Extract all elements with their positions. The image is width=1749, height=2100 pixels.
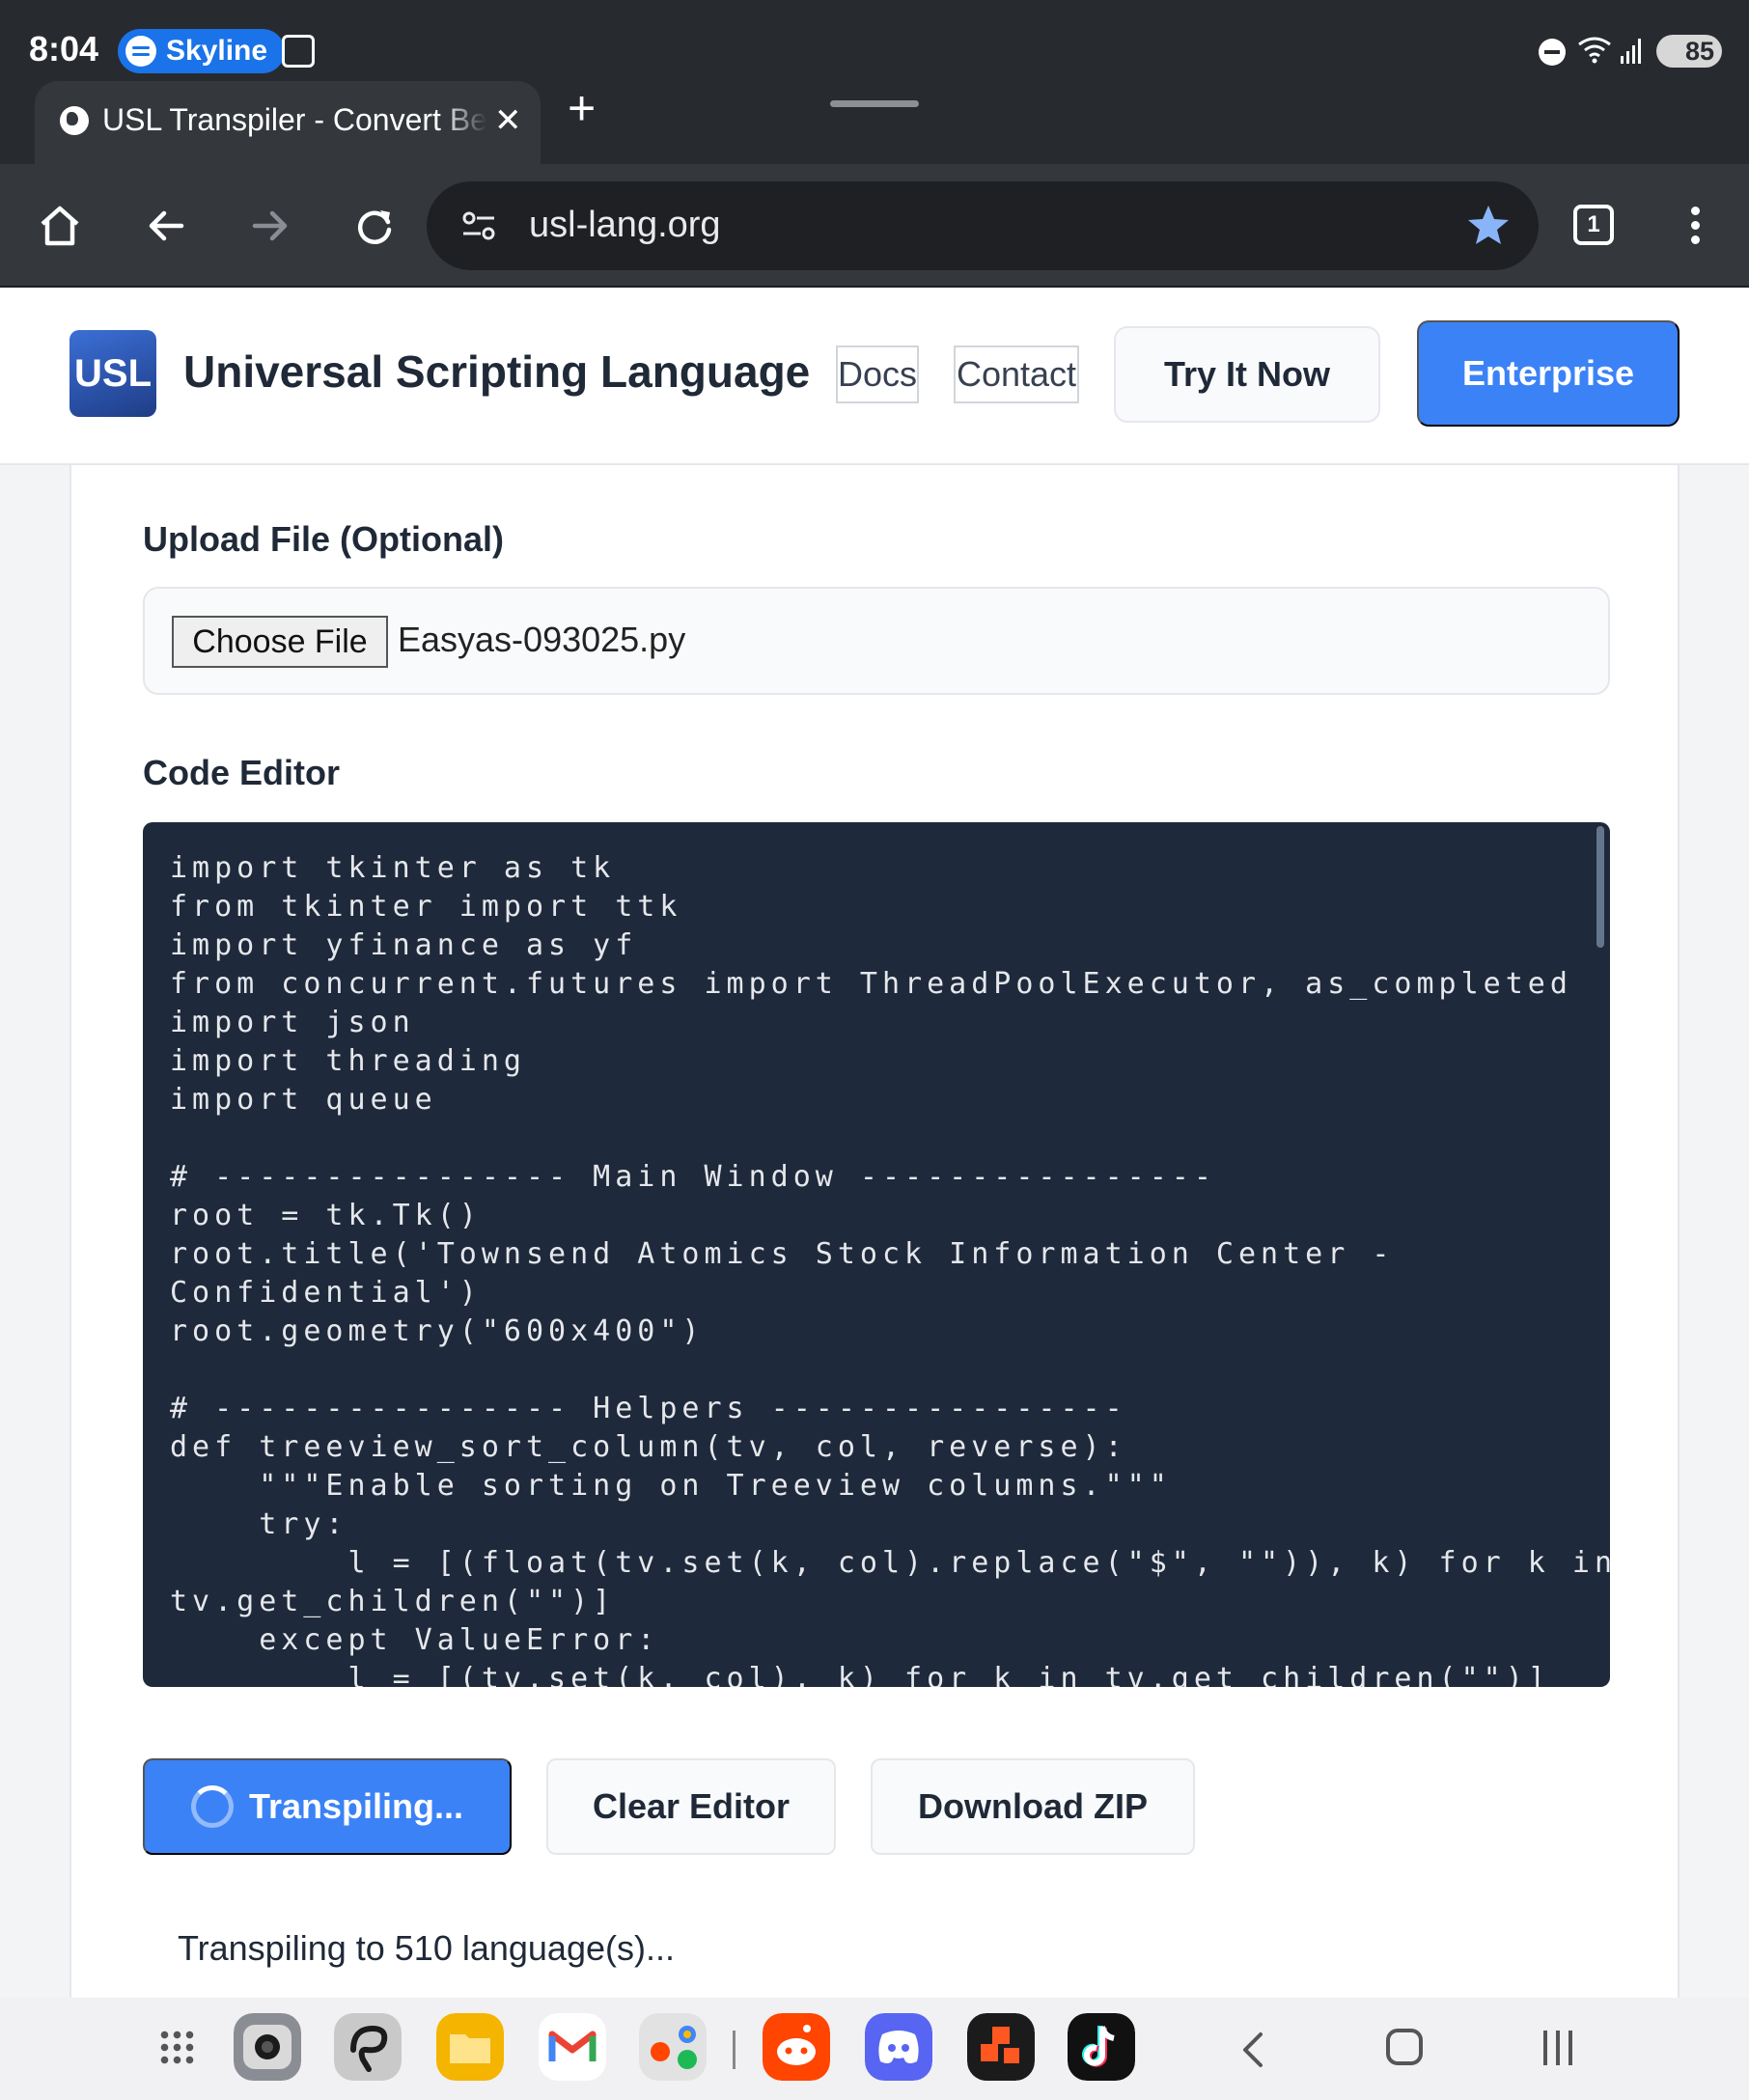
close-icon[interactable]: ✕ [494,104,522,137]
site-logo[interactable]: USL [69,330,156,417]
tab-title: USL Transpiler - Convert Be [102,102,486,137]
enterprise-button[interactable]: Enterprise [1417,320,1680,427]
tiktok-app-icon[interactable] [1068,2013,1135,2081]
back-icon[interactable] [141,201,191,251]
new-tab-icon[interactable]: + [568,84,596,132]
media-pill[interactable]: Skyline [118,29,286,73]
tab-strip: USL Transpiler - Convert Be ✕ [0,81,1749,164]
wifi-icon [1578,37,1611,64]
site-name[interactable]: Universal Scripting Language [183,345,810,398]
lasso-app-icon[interactable] [334,2013,402,2081]
transpile-button[interactable]: Transpiling... [143,1758,512,1855]
taskbar-divider [733,2031,736,2069]
download-zip-button[interactable]: Download ZIP [871,1758,1195,1855]
transpile-status-text: Transpiling to 510 language(s)... [178,1928,675,1968]
code-editor[interactable]: import tkinter as tk from tkinter import… [143,822,1610,1687]
code-editor-label: Code Editor [143,753,340,792]
media-app-label: Skyline [166,35,268,67]
browser-tab[interactable]: USL Transpiler - Convert Be ✕ [35,81,541,164]
nav-back-icon[interactable] [1232,2027,1278,2073]
apps-grid-icon[interactable] [158,2029,197,2067]
signal-icon [1621,39,1641,64]
globe-icon [60,106,89,135]
nav-docs-link[interactable]: Docs [836,345,919,403]
selected-file-name: Easyas-093025.py [398,620,686,659]
loading-spinner-icon [190,1785,234,1828]
editor-scrollbar[interactable] [1596,826,1604,948]
logo-text: USL [74,351,152,395]
status-bar: 8:04 Skyline 85 [0,0,1749,81]
code-content[interactable]: import tkinter as tk from tkinter import… [170,849,1610,1687]
taskbar [0,1998,1749,2100]
clear-editor-button[interactable]: Clear Editor [546,1758,836,1855]
gmail-app-icon[interactable] [539,2013,606,2081]
transpile-button-label: Transpiling... [248,1786,464,1826]
choose-file-button[interactable]: Choose File [172,616,388,668]
camera-app-icon[interactable] [234,2013,301,2081]
files-app-icon[interactable] [436,2013,504,2081]
screenshot-icon [282,35,315,68]
app-folder-icon[interactable] [639,2013,707,2081]
bookmark-star-icon[interactable] [1465,203,1512,249]
do-not-disturb-icon [1539,39,1566,66]
menu-icon[interactable] [1691,207,1703,247]
tab-switcher-icon[interactable]: 1 [1573,205,1614,245]
nav-home-icon[interactable] [1386,2029,1423,2065]
window-drag-handle[interactable] [830,100,919,107]
tab-count: 1 [1587,211,1600,237]
transpiler-card: Upload File (Optional) Choose File Easya… [69,465,1680,1998]
spotify-icon [125,36,156,67]
browser-toolbar: usl-lang.org 1 [0,164,1749,288]
shortcut-app-icon[interactable] [967,2013,1035,2081]
reddit-app-icon[interactable] [763,2013,830,2081]
battery-icon: 85 [1656,35,1722,68]
address-bar[interactable]: usl-lang.org [427,181,1539,270]
reload-icon[interactable] [349,201,400,251]
file-upload-field[interactable]: Choose File Easyas-093025.py [143,587,1610,695]
status-time: 8:04 [29,29,99,69]
upload-label: Upload File (Optional) [143,519,504,559]
battery-level: 85 [1684,36,1714,66]
forward-icon[interactable] [245,201,295,251]
try-it-now-button[interactable]: Try It Now [1114,326,1380,423]
nav-contact-link[interactable]: Contact [954,345,1079,403]
home-icon[interactable] [35,201,85,251]
site-settings-icon[interactable] [459,207,498,245]
site-header: USL Universal Scripting Language Docs Co… [0,288,1749,465]
url-text[interactable]: usl-lang.org [529,205,721,246]
discord-app-icon[interactable] [865,2013,932,2081]
nav-recents-icon[interactable] [1541,2031,1575,2065]
